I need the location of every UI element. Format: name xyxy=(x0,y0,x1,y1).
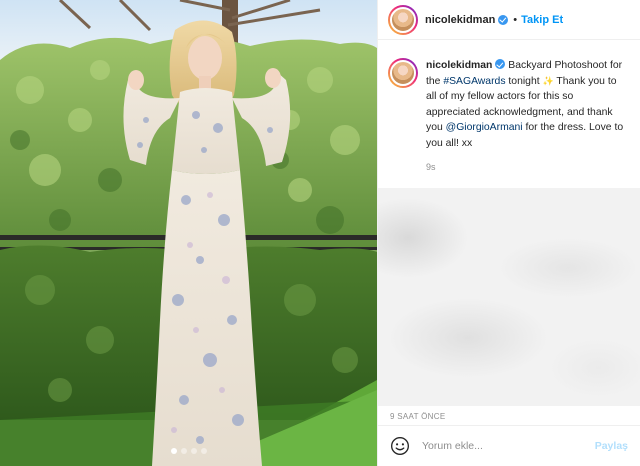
comment-bar: Paylaş xyxy=(378,426,640,466)
author-avatar[interactable] xyxy=(388,4,418,35)
share-comment-button[interactable]: Paylaş xyxy=(595,440,628,452)
carousel-dot xyxy=(200,448,207,454)
sparkles-emoji-icon: ✨ xyxy=(542,75,554,86)
emoji-smiley-icon[interactable] xyxy=(390,436,410,456)
photo-illustration xyxy=(0,0,377,466)
post-sidebar: nicolekidman • Takip Et nicolekidman Bac… xyxy=(377,0,640,466)
hashtag-link[interactable]: #SAGAwards xyxy=(443,76,505,87)
verified-badge-icon xyxy=(498,14,509,25)
instagram-post: nicolekidman • Takip Et nicolekidman Bac… xyxy=(0,0,640,466)
follow-button[interactable]: Takip Et xyxy=(521,14,563,26)
author-username[interactable]: nicolekidman xyxy=(425,14,495,26)
blurred-comments-area xyxy=(378,188,640,406)
author-info: nicolekidman • Takip Et xyxy=(418,14,563,26)
post-photo[interactable] xyxy=(0,0,377,466)
mention-link[interactable]: @GiorgioArmani xyxy=(446,122,523,133)
post-timestamp: 9 SAAT ÖNCE xyxy=(378,406,640,426)
caption-author-avatar[interactable] xyxy=(388,58,418,88)
caption-text: nicolekidman Backyard Photoshoot for the… xyxy=(426,58,628,152)
post-header: nicolekidman • Takip Et xyxy=(378,0,640,40)
caption-username[interactable]: nicolekidman xyxy=(426,60,492,71)
comment-input[interactable] xyxy=(422,440,595,452)
avatar-image xyxy=(390,60,416,86)
carousel-indicator xyxy=(0,448,377,454)
caption-body: nicolekidman Backyard Photoshoot for the… xyxy=(426,58,628,188)
caption-time-ago: 9s xyxy=(426,161,436,172)
caption-section: nicolekidman Backyard Photoshoot for the… xyxy=(378,40,640,188)
carousel-dot xyxy=(180,448,187,454)
verified-badge-icon xyxy=(495,59,506,69)
avatar-image xyxy=(390,6,416,33)
separator-dot: • xyxy=(513,13,518,26)
caption-text-part: tonight xyxy=(505,75,543,87)
carousel-dot xyxy=(190,448,197,454)
carousel-dot xyxy=(170,448,177,454)
